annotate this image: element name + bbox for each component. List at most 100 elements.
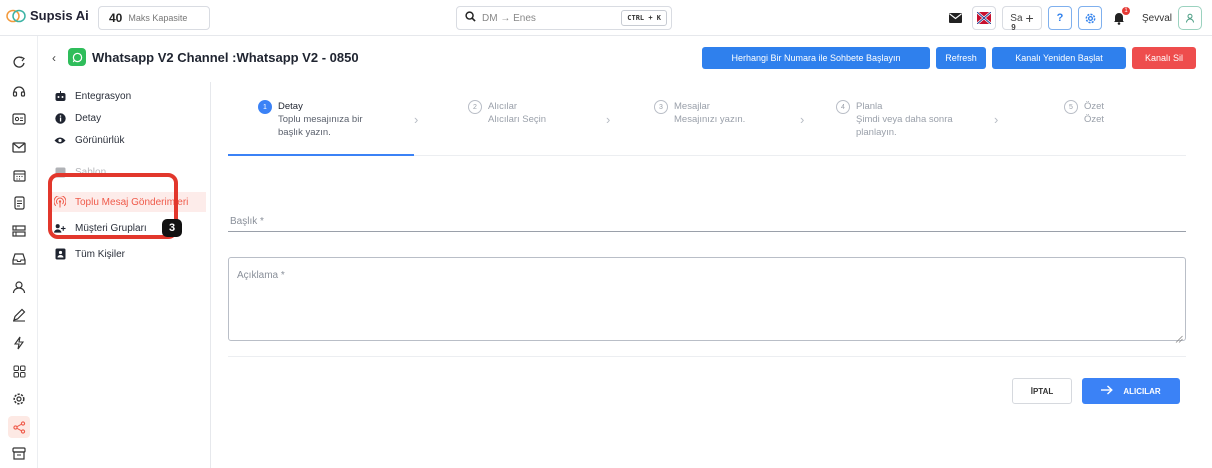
search-shortcut: CTRL + K <box>621 10 667 26</box>
capacity-value: 40 <box>109 11 123 25</box>
search-icon <box>465 9 476 27</box>
chevron-right-icon: › <box>994 112 999 127</box>
step-schedule[interactable]: 4 Planla Şimdi veya daha sonra planlayın… <box>836 100 986 139</box>
sidebar-item-customer-groups[interactable]: Müşteri Grupları <box>54 218 147 238</box>
help-icon[interactable]: ? <box>1048 6 1072 30</box>
sidebar-item-bulk-messages[interactable]: Toplu Mesaj Gönderimleri <box>50 192 206 212</box>
inbox-icon[interactable] <box>8 248 30 270</box>
sidebar-item-template[interactable]: Şablon <box>54 162 106 182</box>
page-title: Whatsapp V2 Channel :Whatsapp V2 - 0850 <box>92 50 359 65</box>
edit-icon[interactable] <box>8 304 30 326</box>
step-title: Detay <box>278 101 303 112</box>
chevron-right-icon: › <box>414 112 419 127</box>
grid-icon[interactable] <box>8 360 30 382</box>
sidebar-item-label: Tüm Kişiler <box>75 248 126 260</box>
brand[interactable]: Supsis Ai <box>6 8 89 23</box>
step-number: 5 <box>1064 100 1078 114</box>
sidebar-item-label: Entegrasyon <box>75 90 132 102</box>
whatsapp-icon <box>68 48 86 66</box>
step-detail[interactable]: 1 Detay Toplu mesajınıza bir başlık yazı… <box>258 100 418 139</box>
settings-icon[interactable] <box>8 388 30 410</box>
avatar[interactable] <box>1178 6 1203 30</box>
back-chevron-icon[interactable]: ‹ <box>52 51 56 65</box>
next-recipients-button[interactable]: ALICILAR <box>1082 378 1180 404</box>
share-nodes-icon[interactable] <box>8 416 30 438</box>
stepper: 1 Detay Toplu mesajınıza bir başlık yazı… <box>228 100 1186 156</box>
sidebar-item-detail[interactable]: Detay <box>54 108 101 128</box>
brand-logo-icon <box>6 9 26 23</box>
user-group-icon <box>54 222 66 234</box>
eye-icon <box>54 134 66 146</box>
broadcast-icon <box>54 196 66 208</box>
sidebar-item-all-contacts[interactable]: Tüm Kişiler <box>54 244 125 264</box>
step-subtitle: Toplu mesajınıza bir başlık yazın. <box>278 114 363 138</box>
notification-count: 1 <box>1122 7 1130 15</box>
form-divider <box>228 356 1186 357</box>
user-search-icon[interactable] <box>8 276 30 298</box>
document-icon[interactable] <box>8 192 30 214</box>
flash-icon[interactable] <box>8 332 30 354</box>
archive-icon[interactable] <box>8 442 30 464</box>
resize-handle-icon[interactable] <box>1175 330 1183 343</box>
step-number: 4 <box>836 100 850 114</box>
step-number: 2 <box>468 100 482 114</box>
mail-icon[interactable] <box>944 6 966 30</box>
sidebar-item-label: Toplu Mesaj Gönderimleri <box>75 196 189 208</box>
step-subtitle: Özet <box>1084 114 1105 125</box>
headset-icon[interactable] <box>8 80 30 102</box>
step-title: Planla <box>856 101 883 112</box>
chevron-right-icon: › <box>606 112 611 127</box>
refresh-button[interactable]: Refresh <box>936 47 986 69</box>
topbar-actions: Sa 9 + ? 1 Şevval <box>944 6 1203 32</box>
sidebar-item-integration[interactable]: Entegrasyon <box>54 86 131 106</box>
step-subtitle: Mesajınızı yazın. <box>674 114 746 125</box>
start-chat-button[interactable]: Herhangi Bir Numara ile Sohbete Başlayın <box>702 47 930 69</box>
active-step-indicator <box>228 154 414 156</box>
language-selector[interactable]: Sa 9 + <box>1002 6 1042 32</box>
lang-number: 9 <box>1011 22 1016 32</box>
description-field[interactable]: Açıklama * <box>228 257 1186 343</box>
share-icon[interactable] <box>8 52 30 74</box>
next-button-label: ALICILAR <box>1123 386 1161 396</box>
description-field-label: Açıklama * <box>237 270 285 281</box>
brand-name: Supsis Ai <box>30 8 89 23</box>
chevron-right-icon: › <box>800 112 805 127</box>
contacts-icon <box>54 248 66 260</box>
layers-icon[interactable] <box>8 220 30 242</box>
search-placeholder: DM → Enes <box>482 12 536 24</box>
sidebar-item-label: Detay <box>75 112 102 124</box>
step-title: Mesajlar <box>674 101 710 112</box>
cancel-button[interactable]: İPTAL <box>1012 378 1072 404</box>
sidebar-item-visibility[interactable]: Görünürlük <box>54 130 124 150</box>
calendar-icon[interactable] <box>8 164 30 186</box>
gear-icon[interactable] <box>1078 6 1102 30</box>
plus-icon: + <box>1025 10 1034 26</box>
capacity-box[interactable]: 40 Maks Kapasite <box>98 6 210 30</box>
search-input[interactable]: DM → Enes CTRL + K <box>456 6 672 30</box>
step-number: 3 <box>654 100 668 114</box>
restart-channel-button[interactable]: Kanalı Yeniden Başlat <box>992 47 1126 69</box>
arrow-right-icon <box>1101 385 1114 397</box>
user-name[interactable]: Şevval <box>1142 13 1172 24</box>
channel-sidebar: Entegrasyon Detay Görünürlük Şablon Topl… <box>46 82 211 468</box>
capacity-label: Maks Kapasite <box>128 13 188 23</box>
step-title: Özet <box>1084 101 1105 112</box>
sidebar-item-label: Görünürlük <box>75 134 125 146</box>
sidebar-item-label: Şablon <box>75 166 107 178</box>
template-icon <box>54 166 66 178</box>
step-recipients[interactable]: 2 Alıcılar Alıcıları Seçin <box>468 100 608 126</box>
flag-icon[interactable] <box>972 6 996 30</box>
title-field[interactable]: Başlık * <box>228 196 1186 232</box>
delete-channel-button[interactable]: Kanalı Sil <box>1132 47 1196 69</box>
step-title: Alıcılar <box>488 101 518 112</box>
info-icon <box>54 112 66 124</box>
mail-outline-icon[interactable] <box>8 136 30 158</box>
step-summary[interactable]: 5 Özet Özet <box>1064 100 1144 126</box>
step-messages[interactable]: 3 Mesajlar Mesajınızı yazın. <box>654 100 804 126</box>
robot-icon <box>54 90 66 102</box>
sidebar-item-label: Müşteri Grupları <box>75 222 147 234</box>
step-subtitle: Şimdi veya daha sonra planlayın. <box>856 114 953 138</box>
id-card-icon[interactable] <box>8 108 30 130</box>
notification-bell-icon[interactable]: 1 <box>1108 6 1130 30</box>
step-badge: 3 <box>162 219 182 237</box>
